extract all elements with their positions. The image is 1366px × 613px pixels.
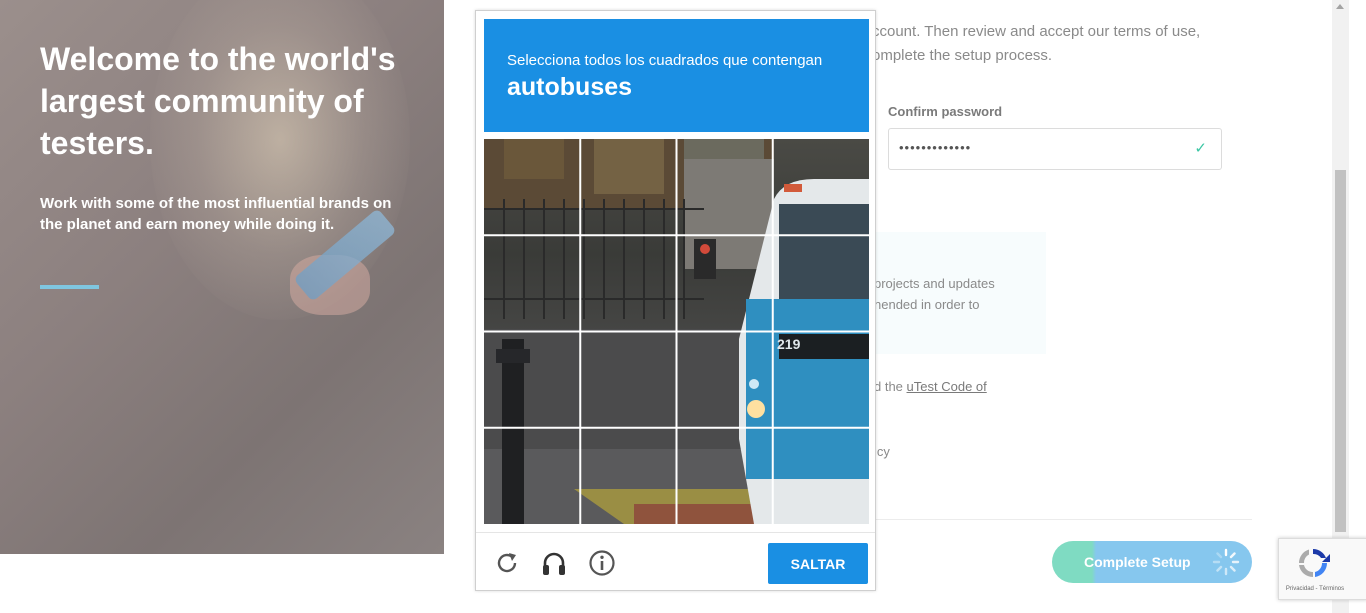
check-icon: ✓ (1194, 140, 1207, 157)
spinner-icon (1212, 548, 1240, 576)
captcha-grid-lines (484, 139, 869, 524)
complete-setup-label: Complete Setup (1084, 554, 1191, 570)
confirm-password-field[interactable]: ••••••••••••• ✓ (888, 128, 1222, 170)
info-line1: projects and updates (874, 276, 995, 291)
hero-panel: Welcome to the world's largest community… (0, 0, 444, 554)
code-of-conduct-text: d the uTest Code of (874, 379, 987, 394)
info-icon[interactable] (588, 549, 616, 577)
privacy-policy-text[interactable]: icy (874, 444, 890, 459)
captcha-challenge: Selecciona todos los cuadrados que conte… (475, 10, 876, 591)
captcha-instruction: Selecciona todos los cuadrados que conte… (507, 52, 823, 69)
captcha-image-grid: 219 (484, 139, 869, 524)
scrollbar-thumb[interactable] (1335, 170, 1346, 532)
captcha-footer: SALTAR (476, 532, 875, 591)
skip-button[interactable]: SALTAR (768, 543, 868, 584)
hero-accent-bar (40, 285, 99, 289)
setup-intro-line2: omplete the setup process. (872, 47, 1053, 64)
reload-icon[interactable] (493, 549, 521, 577)
scroll-up-arrow-icon[interactable] (1336, 4, 1344, 9)
code-prefix: d the (874, 379, 907, 394)
form-divider (860, 519, 1252, 520)
headphones-icon[interactable] (540, 549, 568, 577)
setup-intro-line1: ccount. Then review and accept our terms… (872, 23, 1201, 40)
info-line2: nended in order to (874, 297, 980, 312)
recaptcha-logo-icon (1298, 549, 1330, 578)
confirm-password-value: ••••••••••••• (899, 140, 972, 155)
notifications-info-text: projects and updates nended in order to (874, 273, 1044, 315)
hero-title: Welcome to the world's largest community… (40, 41, 396, 161)
hero-subtitle: Work with some of the most influential b… (40, 195, 392, 233)
recaptcha-badge[interactable]: Privacidad - Términos (1278, 538, 1366, 600)
captcha-header: Selecciona todos los cuadrados que conte… (484, 19, 869, 132)
confirm-password-label: Confirm password (888, 104, 1003, 119)
recaptcha-terms[interactable]: Privacidad - Términos (1279, 586, 1351, 592)
complete-setup-button[interactable]: Complete Setup (1052, 541, 1252, 583)
captcha-target: autobuses (507, 73, 633, 101)
code-of-conduct-link[interactable]: uTest Code of (907, 379, 987, 394)
setup-intro-text: ccount. Then review and accept our terms… (872, 20, 1252, 68)
